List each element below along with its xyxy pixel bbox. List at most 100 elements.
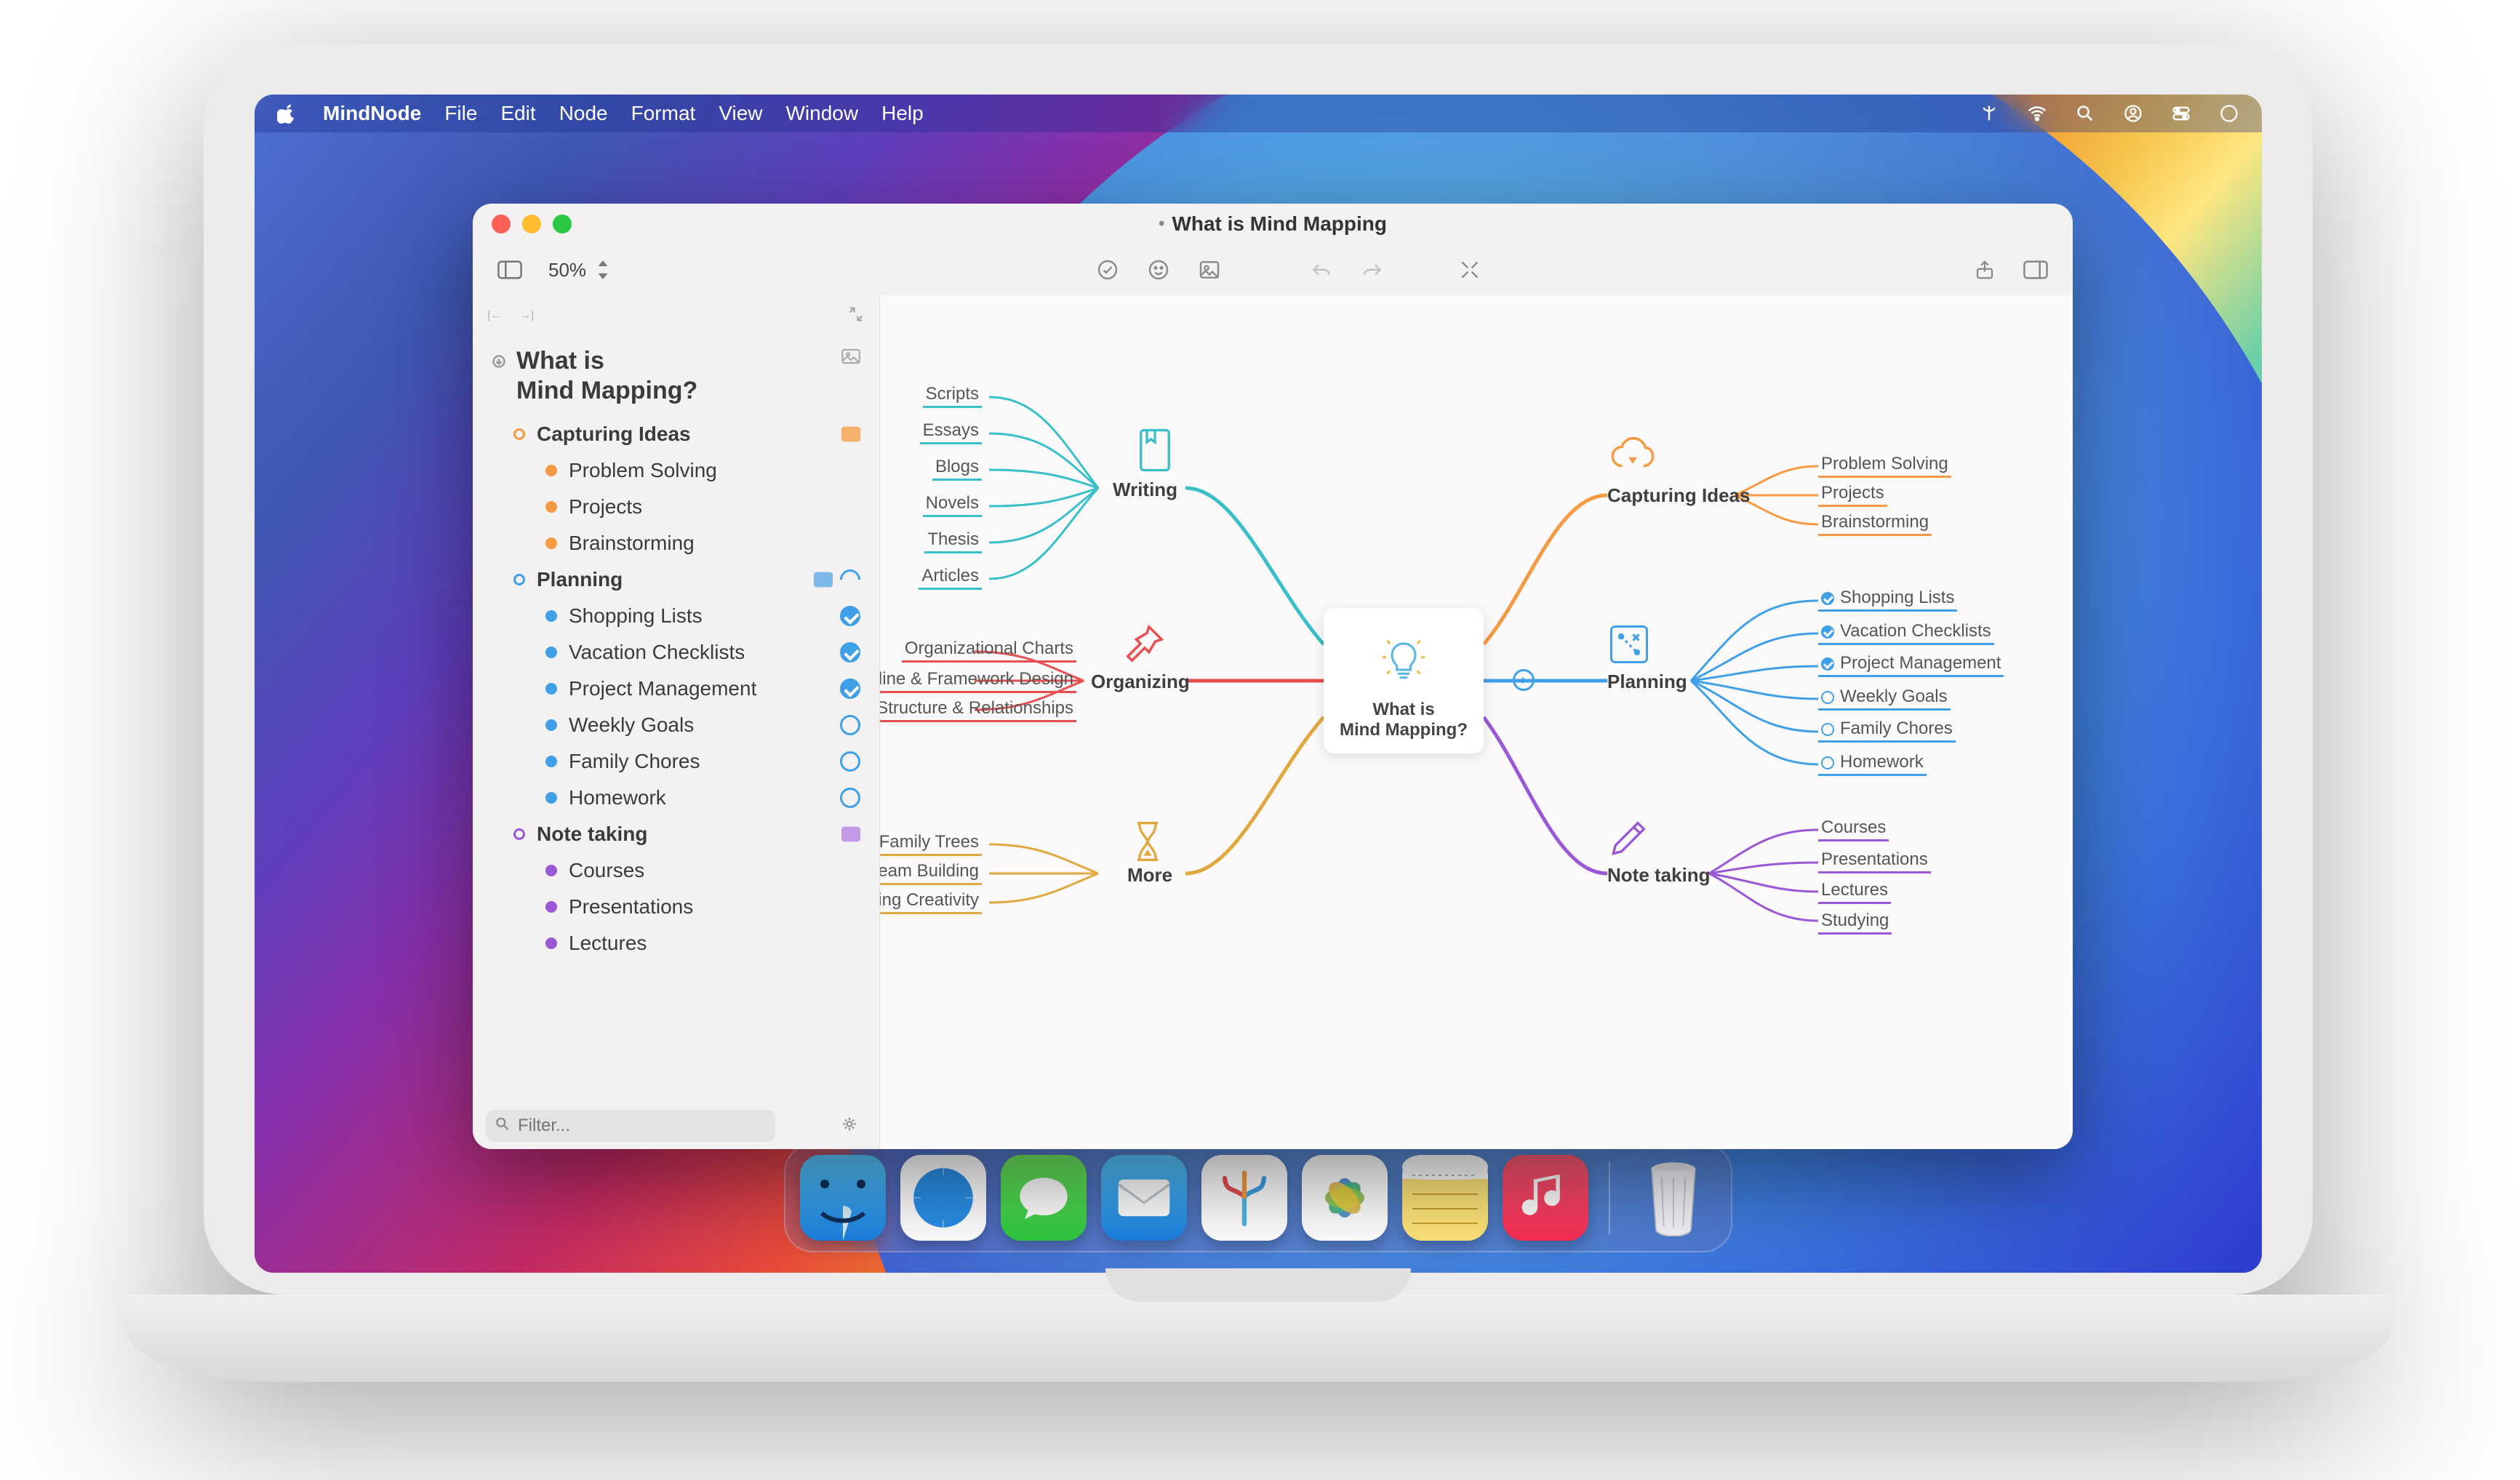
outline-item[interactable]: Homework <box>473 780 879 816</box>
siri-icon[interactable] <box>2217 101 2241 126</box>
dock-app-notes[interactable] <box>1402 1155 1488 1241</box>
outline-expand-button[interactable]: →| <box>519 309 534 322</box>
outline-item[interactable]: Vacation Checklists <box>473 634 879 671</box>
mindnode-menubar-icon[interactable] <box>1977 101 2001 126</box>
zoom-control[interactable]: 50% <box>548 259 609 281</box>
task-checkbox[interactable] <box>1821 691 1834 704</box>
fullscreen-button[interactable] <box>553 215 572 233</box>
outline-root[interactable]: What is Mind Mapping? <box>473 340 879 416</box>
node-label[interactable]: Structure & Relationships <box>880 697 1076 722</box>
node-label[interactable]: Studying <box>1818 909 1892 935</box>
task-checkmark-button[interactable] <box>1091 255 1124 285</box>
outline-item[interactable]: Project Management <box>473 671 879 707</box>
task-checkbox[interactable] <box>840 606 860 626</box>
node-label[interactable]: Thesis <box>924 528 982 553</box>
node-label[interactable]: Scripts <box>923 383 982 408</box>
node-label[interactable]: Organizational Charts <box>902 637 1076 663</box>
wifi-icon[interactable] <box>2025 101 2049 126</box>
node-label[interactable]: Problem Solving <box>1818 452 1951 478</box>
outline-item[interactable]: Lectures <box>473 925 879 961</box>
outline-item[interactable]: Family Chores <box>473 743 879 780</box>
control-center-icon[interactable] <box>2169 101 2193 126</box>
central-node[interactable]: What is Mind Mapping? <box>1324 608 1484 753</box>
outline-item[interactable]: Projects <box>473 489 879 525</box>
node-label[interactable]: Homework <box>1818 751 1927 776</box>
node-label[interactable]: Vacation Checklists <box>1818 620 1994 645</box>
dock-app-music[interactable] <box>1503 1155 1588 1241</box>
outline-branch-notetaking[interactable]: Note taking <box>473 816 879 852</box>
outline-list[interactable]: What is Mind Mapping? Capturing Ideas <box>473 336 879 1103</box>
menubar-app-name[interactable]: MindNode <box>323 102 421 125</box>
node-label[interactable]: Brainstorming <box>1818 511 1932 536</box>
outline-item[interactable]: Courses <box>473 852 879 889</box>
task-checkbox[interactable] <box>840 788 860 808</box>
task-checkbox[interactable] <box>1821 625 1834 639</box>
toggle-sidebar-button[interactable] <box>493 255 527 285</box>
filter-settings-icon[interactable] <box>841 1116 857 1136</box>
menubar-item-view[interactable]: View <box>719 102 762 125</box>
dock-app-finder[interactable] <box>800 1155 886 1241</box>
branch-fold-toggle[interactable]: › <box>1513 669 1535 691</box>
task-checkbox[interactable] <box>1821 592 1834 605</box>
branch-label-writing[interactable]: Writing <box>1113 479 1177 501</box>
focus-button[interactable] <box>1453 255 1487 285</box>
menubar-item-node[interactable]: Node <box>559 102 608 125</box>
task-checkbox[interactable] <box>1821 756 1834 769</box>
branch-label-notetaking[interactable]: Note taking <box>1607 864 1711 887</box>
branch-label-organizing[interactable]: Organizing <box>1091 671 1190 693</box>
node-label[interactable]: Presentations <box>1818 848 1931 873</box>
redo-button[interactable] <box>1356 255 1389 285</box>
outline-item[interactable]: Shopping Lists <box>473 598 879 634</box>
collapse-caret-icon[interactable] <box>492 351 506 374</box>
user-icon[interactable] <box>2121 101 2145 126</box>
share-button[interactable] <box>1968 255 2001 285</box>
outline-expand-all-button[interactable] <box>847 305 865 327</box>
undo-button[interactable] <box>1305 255 1338 285</box>
dock-app-photos[interactable] <box>1302 1155 1388 1241</box>
dock-app-mail[interactable] <box>1101 1155 1187 1241</box>
dock-app-messages[interactable] <box>1001 1155 1087 1241</box>
node-label[interactable]: Essays <box>920 419 982 444</box>
menubar-item-format[interactable]: Format <box>631 102 696 125</box>
task-checkbox[interactable] <box>1821 723 1834 736</box>
mindmap-canvas[interactable]: What is Mind Mapping? Capturing Ideas Pl… <box>880 295 2073 1149</box>
outline-filter-input[interactable] <box>486 1110 775 1142</box>
sticker-button[interactable] <box>1142 255 1175 285</box>
node-label[interactable]: Novels <box>923 492 982 517</box>
outline-item[interactable]: Brainstorming <box>473 525 879 561</box>
task-checkbox[interactable] <box>840 751 860 772</box>
dock-app-safari[interactable] <box>900 1155 986 1241</box>
menubar-item-help[interactable]: Help <box>881 102 924 125</box>
node-label[interactable]: Projects <box>1818 481 1887 507</box>
node-label[interactable]: Family Trees <box>880 831 982 856</box>
menubar-item-file[interactable]: File <box>444 102 477 125</box>
node-label[interactable]: Family Chores <box>1818 717 1956 743</box>
window-titlebar[interactable]: • What is Mind Mapping <box>473 204 2073 244</box>
outline-item[interactable]: Weekly Goals <box>473 707 879 743</box>
outline-collapse-button[interactable]: |← <box>487 309 502 322</box>
dock-app-mindnode[interactable] <box>1201 1155 1287 1241</box>
task-checkbox[interactable] <box>840 715 860 735</box>
node-label[interactable]: Outline & Framework Design <box>880 668 1076 693</box>
node-label[interactable]: Project Management <box>1818 652 2004 677</box>
node-label[interactable]: Courses <box>1818 816 1889 841</box>
outline-branch-capturing[interactable]: Capturing Ideas <box>473 416 879 452</box>
task-checkbox[interactable] <box>840 642 860 663</box>
branch-label-planning[interactable]: Planning <box>1607 671 1687 693</box>
outline-branch-planning[interactable]: Planning <box>473 561 879 598</box>
menubar-item-edit[interactable]: Edit <box>500 102 535 125</box>
node-label[interactable]: Lectures <box>1818 879 1891 904</box>
apple-menu-icon[interactable] <box>275 101 300 126</box>
node-label[interactable]: Weekly Goals <box>1818 685 1951 711</box>
task-checkbox[interactable] <box>1821 657 1834 671</box>
image-button[interactable] <box>1193 255 1226 285</box>
spotlight-icon[interactable] <box>2073 101 2097 126</box>
outline-item[interactable]: Presentations <box>473 889 879 925</box>
inspector-button[interactable] <box>2019 255 2052 285</box>
dock-trash[interactable] <box>1631 1155 1716 1241</box>
outline-item[interactable]: Problem Solving <box>473 452 879 489</box>
node-label[interactable]: Blogs <box>932 455 982 481</box>
node-label[interactable]: Articles <box>919 564 982 590</box>
task-checkbox[interactable] <box>840 679 860 699</box>
branch-label-capturing[interactable]: Capturing Ideas <box>1607 484 1750 507</box>
